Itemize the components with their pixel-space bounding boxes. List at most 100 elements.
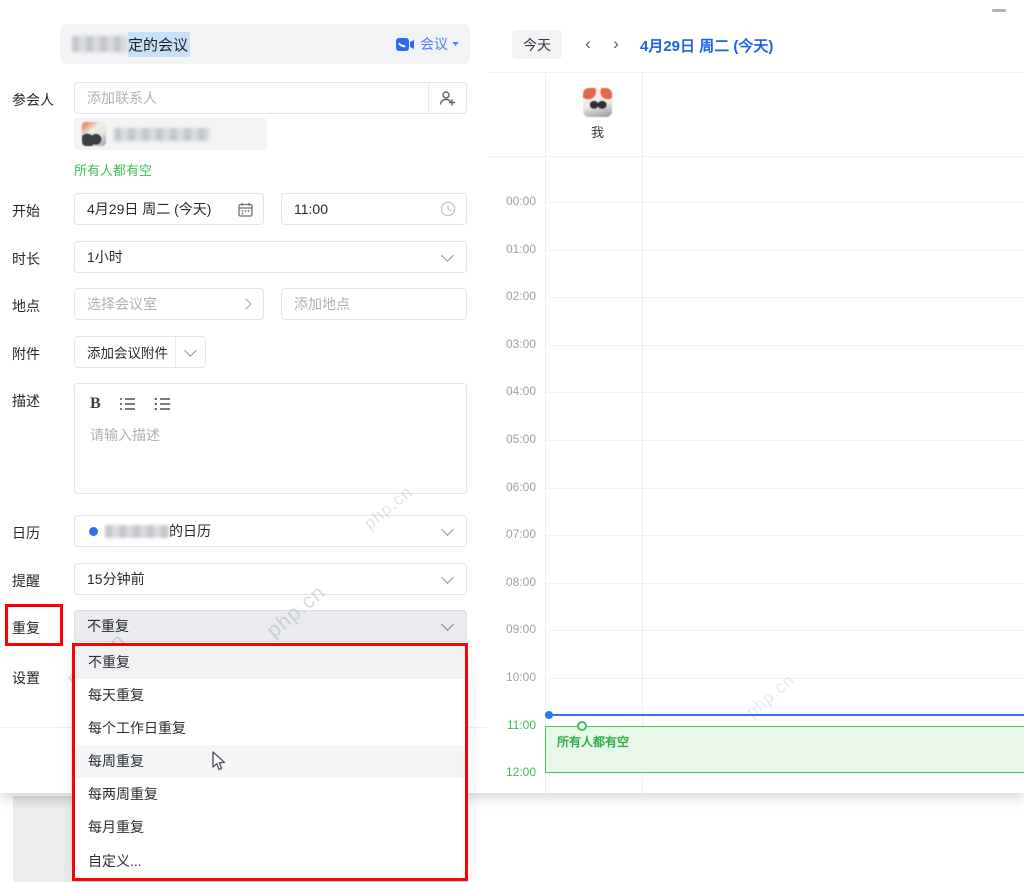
- participant-chip[interactable]: [74, 118, 267, 150]
- unordered-list-icon[interactable]: [154, 397, 171, 411]
- repeat-option[interactable]: 每天重复: [75, 679, 465, 712]
- hour-label: 03:00: [492, 337, 536, 351]
- chevron-down-icon: [441, 249, 454, 262]
- hour-gridline: [545, 297, 1024, 298]
- grid-vline: [642, 72, 643, 793]
- prev-day-button[interactable]: ‹: [578, 34, 598, 54]
- scrollbar-thumb[interactable]: [992, 9, 1006, 12]
- address-input[interactable]: 添加地点: [281, 288, 467, 320]
- hour-gridline: [545, 345, 1024, 346]
- duration-select[interactable]: 1小时: [74, 241, 467, 273]
- hour-label: 10:00: [492, 670, 536, 684]
- location-label: 地点: [12, 296, 40, 316]
- hour-gridline: [545, 773, 1024, 774]
- hour-label: 02:00: [492, 289, 536, 303]
- calendar-select[interactable]: 的日历: [74, 515, 467, 547]
- hour-gridline: [545, 488, 1024, 489]
- start-label: 开始: [12, 201, 40, 221]
- repeat-value: 不重复: [75, 616, 129, 636]
- today-button[interactable]: 今天: [512, 30, 562, 59]
- start-time-picker[interactable]: 11:00: [281, 193, 467, 225]
- hour-label: 12:00: [492, 765, 536, 779]
- calendar-color-dot: [89, 527, 98, 536]
- hour-label: 06:00: [492, 480, 536, 494]
- calendar-value-suffix: 的日历: [169, 521, 211, 541]
- availability-status: 所有人都有空: [74, 160, 152, 179]
- duration-label: 时长: [12, 249, 40, 269]
- video-camera-icon: [396, 37, 415, 52]
- hour-label: 04:00: [492, 384, 536, 398]
- next-day-button[interactable]: ›: [606, 34, 626, 54]
- event-block[interactable]: 所有人都有空: [545, 726, 1024, 773]
- ordered-list-icon[interactable]: [119, 397, 136, 411]
- hour-label: 09:00: [492, 622, 536, 636]
- start-date-value: 4月29日 周二 (今天): [75, 199, 211, 219]
- chevron-down-icon: [441, 571, 454, 584]
- attachment-dropdown-toggle[interactable]: [176, 350, 205, 355]
- repeat-option[interactable]: 每周重复: [75, 745, 465, 778]
- meeting-title-input[interactable]: 定的会议 会议: [60, 24, 470, 64]
- reminder-value: 15分钟前: [75, 569, 145, 589]
- participants-label: 参会人: [12, 90, 54, 110]
- add-attachment-text: 添加会议附件: [75, 342, 168, 362]
- participant-avatar: [82, 122, 106, 146]
- chevron-down-icon: [441, 523, 454, 536]
- description-editor[interactable]: B 请输入描述: [74, 383, 467, 494]
- current-time-line: [545, 714, 1024, 716]
- title-selected-text: 定的会议: [128, 32, 190, 57]
- meeting-room-select[interactable]: 选择会议室: [74, 288, 264, 320]
- hour-gridline: [545, 250, 1024, 251]
- add-person-icon: [439, 90, 456, 107]
- hour-gridline: [545, 202, 1024, 203]
- event-resize-handle[interactable]: [577, 721, 587, 731]
- meeting-type-selector[interactable]: 会议: [396, 34, 458, 54]
- hour-gridline: [545, 678, 1024, 679]
- settings-label: 设置: [12, 668, 40, 688]
- repeat-option[interactable]: 自定义...: [75, 845, 465, 878]
- hour-label: 00:00: [492, 194, 536, 208]
- header-divider: [488, 72, 1024, 73]
- add-attachment-button[interactable]: 添加会议附件: [74, 336, 206, 368]
- address-placeholder: 添加地点: [282, 294, 350, 314]
- hour-label: 07:00: [492, 527, 536, 541]
- meeting-type-label: 会议: [420, 34, 448, 54]
- clock-icon: [440, 201, 456, 217]
- chevron-right-icon: [240, 298, 251, 309]
- participants-placeholder: 添加联系人: [75, 88, 157, 108]
- reminder-select[interactable]: 15分钟前: [74, 563, 467, 595]
- repeat-option[interactable]: 每个工作日重复: [75, 712, 465, 745]
- hour-gridline: [545, 630, 1024, 631]
- blurred-title-prefix: [72, 36, 128, 52]
- start-date-picker[interactable]: 4月29日 周二 (今天): [74, 193, 264, 225]
- date-title: 4月29日 周二 (今天): [640, 35, 773, 56]
- start-time-value: 11:00: [282, 201, 328, 217]
- calendar-icon: [238, 202, 253, 217]
- screenshot-canvas: php.cn php.cn php.cn php.cn 定的会议 会议 参会人 …: [0, 0, 1024, 882]
- attachment-label: 附件: [12, 344, 40, 364]
- hour-gridline: [545, 392, 1024, 393]
- mouse-cursor: [212, 751, 229, 773]
- hour-label: 11:00: [492, 718, 536, 732]
- duration-value: 1小时: [75, 247, 123, 267]
- repeat-option[interactable]: 不重复: [75, 646, 465, 679]
- hour-gridline: [545, 535, 1024, 536]
- description-label: 描述: [12, 391, 40, 411]
- chevron-down-icon: [184, 344, 197, 357]
- repeat-label: 重复: [12, 618, 40, 638]
- hour-label: 08:00: [492, 575, 536, 589]
- add-person-button[interactable]: [429, 90, 466, 107]
- hour-label: 05:00: [492, 432, 536, 446]
- blurred-participant-name: [114, 128, 210, 141]
- reminder-label: 提醒: [12, 571, 40, 591]
- current-time-dot: [545, 711, 553, 719]
- bold-button[interactable]: B: [90, 395, 101, 413]
- hour-gridline: [545, 440, 1024, 441]
- repeat-option[interactable]: 每两周重复: [75, 778, 465, 811]
- calendar-field-label: 日历: [12, 523, 40, 543]
- repeat-dropdown-menu: 不重复每天重复每个工作日重复每周重复每两周重复每月重复自定义...: [75, 646, 465, 878]
- my-avatar: [583, 88, 612, 117]
- participants-input[interactable]: 添加联系人: [74, 82, 467, 114]
- repeat-option[interactable]: 每月重复: [75, 811, 465, 844]
- repeat-select[interactable]: 不重复: [74, 610, 467, 642]
- meeting-room-placeholder: 选择会议室: [75, 294, 157, 314]
